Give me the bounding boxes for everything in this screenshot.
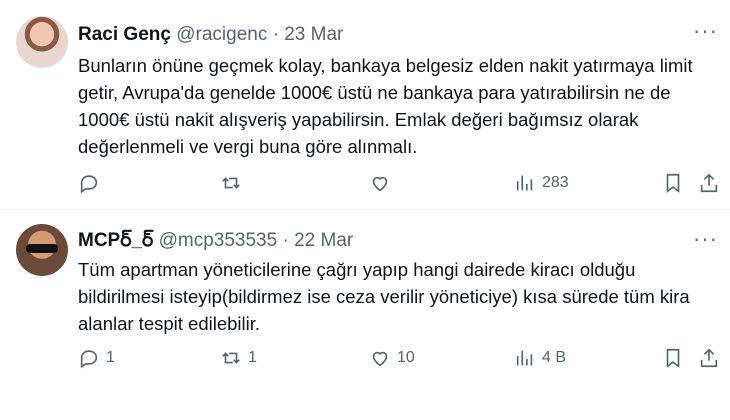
reply-count: 1 xyxy=(106,349,115,366)
views-button[interactable]: 4 B xyxy=(514,347,566,369)
views-icon xyxy=(516,350,533,366)
tweet[interactable]: Raci Genç @racigenc · 23 Mar ··· Bunları… xyxy=(0,0,730,210)
tweet-text: Tüm apartman yöneticilerine çağrı yapıp … xyxy=(78,256,718,337)
like-button[interactable] xyxy=(369,172,397,194)
like-icon xyxy=(372,176,388,192)
bookmark-button[interactable] xyxy=(662,172,684,194)
reply-icon xyxy=(80,350,98,369)
tweet-text-line: getir, Avrupa'da genelde 1000€ üstü ne b… xyxy=(78,82,671,103)
views-count: 283 xyxy=(542,174,569,191)
more-icon[interactable]: ··· xyxy=(693,18,718,44)
retweet-icon xyxy=(222,177,240,189)
share-button[interactable] xyxy=(698,172,720,194)
like-button[interactable]: 10 xyxy=(369,347,415,369)
tweet-text-line: Tüm apartman yöneticilerine çağrı yapıp … xyxy=(78,259,636,280)
avatar[interactable] xyxy=(16,16,68,68)
reply-button[interactable]: 1 xyxy=(78,347,115,369)
tweet-date[interactable]: 22 Mar xyxy=(294,230,353,251)
views-count: 4 B xyxy=(542,349,567,366)
tweet-date[interactable]: 23 Mar xyxy=(284,24,343,45)
more-icon[interactable]: ··· xyxy=(693,226,718,252)
user-handle[interactable]: @racigenc xyxy=(176,24,267,45)
views-button[interactable]: 283 xyxy=(514,172,569,194)
action-bar: 283 xyxy=(78,172,718,194)
tweet-header: MCPర్_ర్ @mcp353535 · 22 Mar xyxy=(78,230,353,256)
tweet[interactable]: MCPర్_ర్ @mcp353535 · 22 Mar ··· Tüm apa… xyxy=(0,210,730,420)
reply-button[interactable] xyxy=(78,172,106,194)
tweet-text-line: değerlenmeli ve vergi buna göre alınmalı… xyxy=(78,136,418,157)
share-icon xyxy=(700,348,718,368)
retweet-count: 1 xyxy=(248,349,257,366)
reply-icon xyxy=(80,175,98,194)
tweet-text-line: 1000€ üstü nakit alışveriş yapabilirsin.… xyxy=(78,109,639,130)
share-icon xyxy=(700,173,718,193)
retweet-button[interactable] xyxy=(220,172,248,194)
separator: · xyxy=(272,24,279,45)
tweet-text-line: alanlar tespit edilebilir. xyxy=(78,313,261,334)
bookmark-button[interactable] xyxy=(662,347,684,369)
separator: · xyxy=(282,230,289,251)
like-icon xyxy=(372,351,388,367)
retweet-button[interactable]: 1 xyxy=(220,347,257,369)
display-name[interactable]: MCPర్_ర్ xyxy=(78,230,153,251)
avatar[interactable] xyxy=(16,224,68,276)
views-icon xyxy=(516,175,533,191)
tweet-text: Bunların önüne geçmek kolay, bankaya bel… xyxy=(78,52,718,160)
bookmark-icon xyxy=(666,173,680,193)
bookmark-icon xyxy=(666,348,680,368)
like-count: 10 xyxy=(397,349,415,366)
retweet-icon xyxy=(222,352,240,364)
tweet-text-line: Bunların önüne geçmek kolay, bankaya bel… xyxy=(78,55,693,76)
display-name[interactable]: Raci Genç xyxy=(78,24,171,45)
tweet-text-line: bildirilmesi isteyip(bildirmez ise ceza … xyxy=(78,286,690,307)
tweet-header: Raci Genç @racigenc · 23 Mar xyxy=(78,24,343,46)
user-handle[interactable]: @mcp353535 xyxy=(159,230,278,251)
share-button[interactable] xyxy=(698,347,720,369)
action-bar: 1 1 10 4 B xyxy=(78,347,718,369)
